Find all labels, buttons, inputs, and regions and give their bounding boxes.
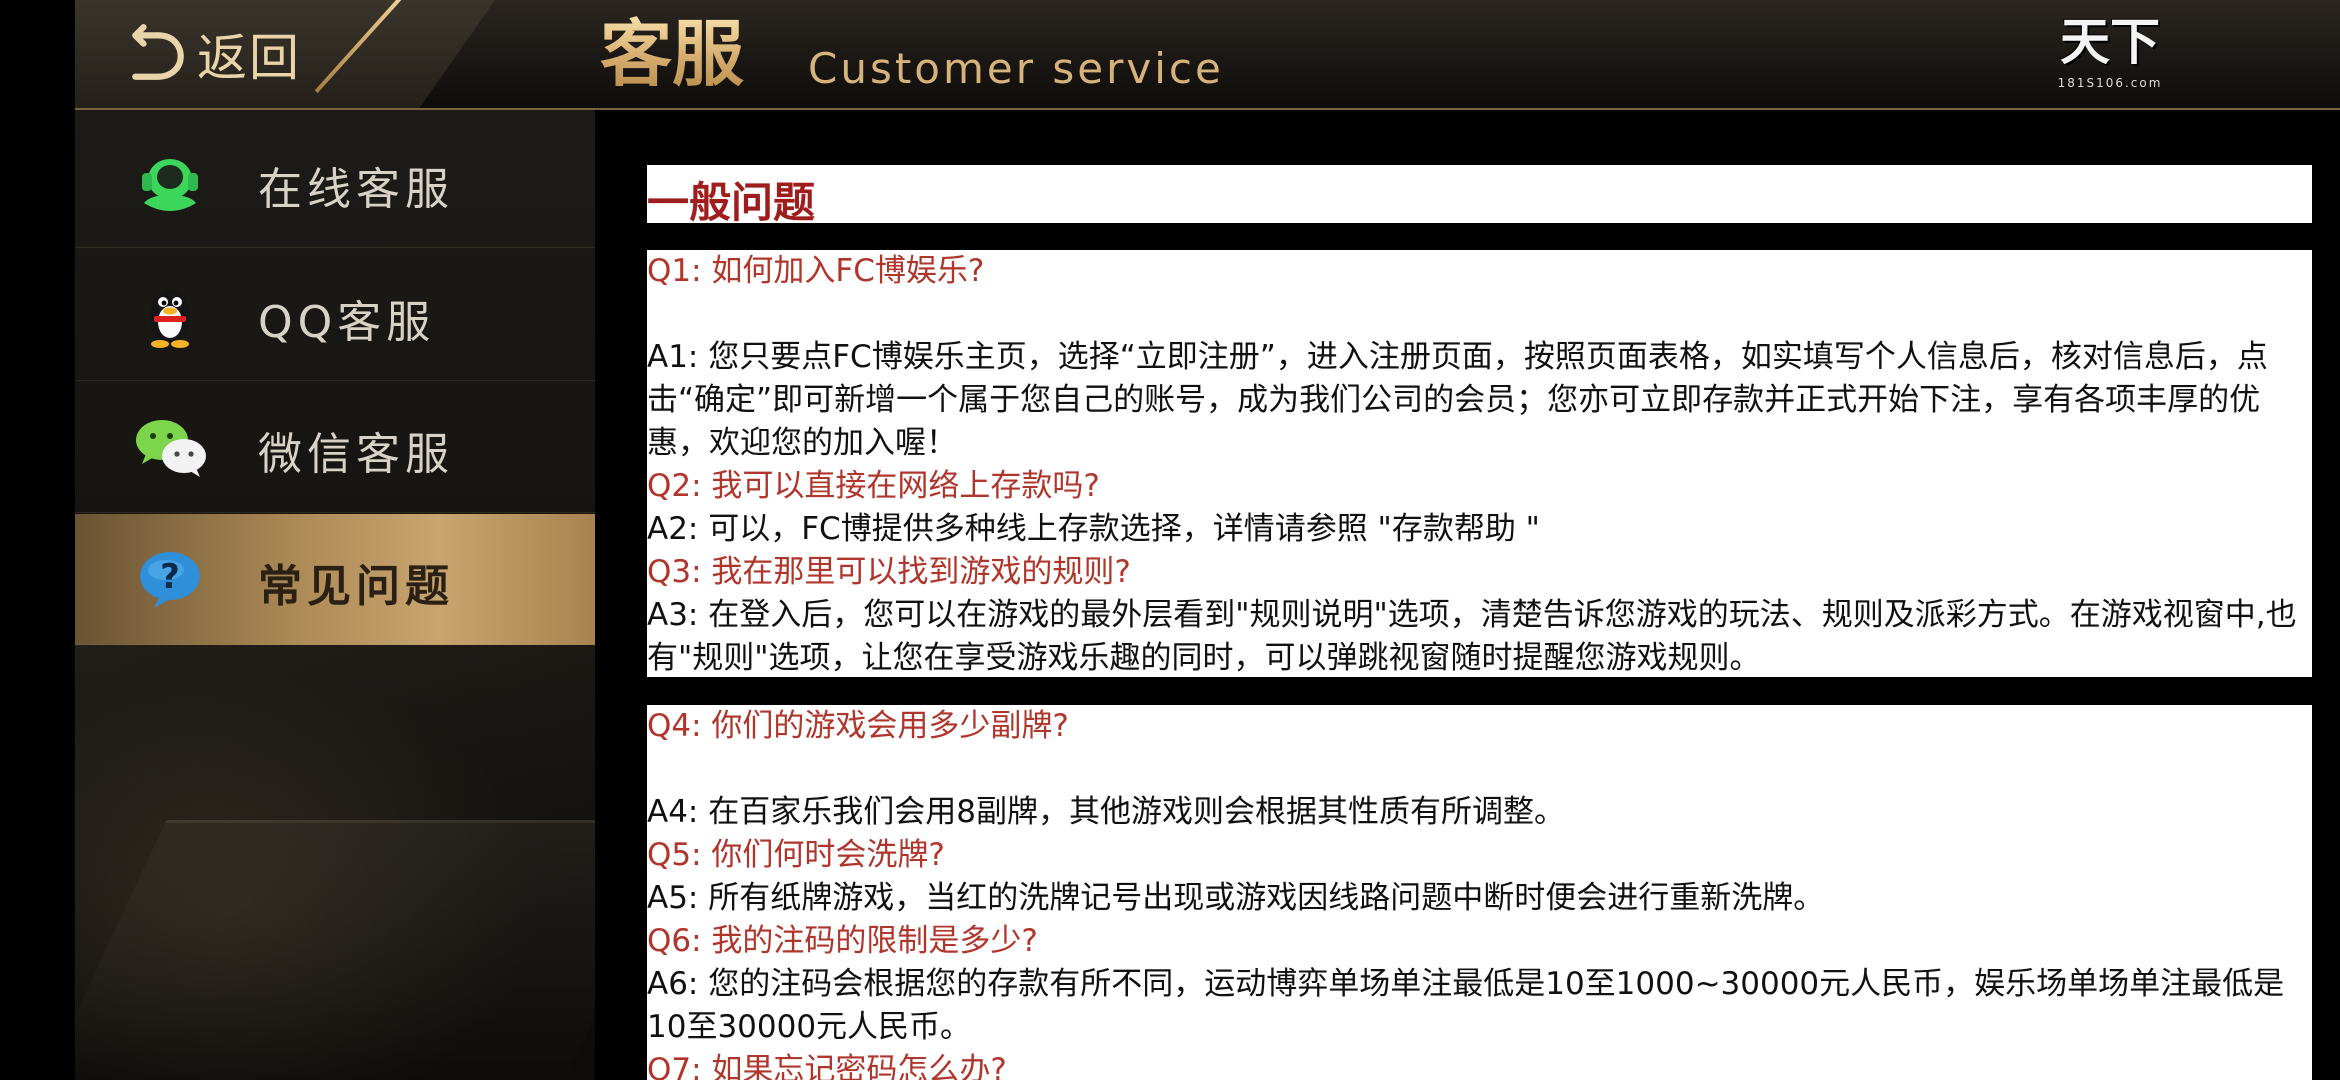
sidebar-item-qq-service[interactable]: QQ客服 [75,250,595,381]
page-subtitle: Customer service [808,44,1224,93]
logo-text: 天下 [2060,12,2160,71]
faq-answer: A5: 所有纸牌游戏，当红的洗牌记号出现或游戏因线路问题中断时便会进行重新洗牌。 [647,880,1825,916]
sidebar: 在线客服 QQ客服 微信客服 ? 常见问题 [75,110,595,1080]
sidebar-item-label: 常见问题 [258,561,454,612]
top-header: 返回 客服 Customer service 天下 181S106.com [75,0,2340,110]
sidebar-item-faq[interactable]: ? 常见问题 [75,514,595,645]
faq-question: Q6: 我的注码的限制是多少? [647,923,1038,959]
faq-answer: A3: 在登入后，您可以在游戏的最外层看到"规则说明"选项，清楚告诉您游戏的玩法… [647,597,2297,676]
sidebar-item-online-service[interactable]: 在线客服 [75,117,595,248]
faq-content[interactable]: 一般问题 Q1: 如何加入FC博娱乐? A1: 您只要点FC博娱乐主页，选择“立… [645,110,2315,1080]
faq-card-2: Q4: 你们的游戏会用多少副牌? A4: 在百家乐我们会用8副牌，其他游戏则会根… [647,705,2312,1080]
card-table-decoration [75,820,595,1080]
faq-answer: A4: 在百家乐我们会用8副牌，其他游戏则会根据其性质有所调整。 [647,794,1565,830]
logo-url: 181S106.com [2057,76,2163,90]
faq-answer: A1: 您只要点FC博娱乐主页，选择“立即注册”，进入注册页面，按照页面表格，如… [647,339,2268,461]
faq-question: Q2: 我可以直接在网络上存款吗? [647,468,1100,504]
faq-question: Q1: 如何加入FC博娱乐? [647,253,985,289]
faq-question: Q7: 如果忘记密码怎么办? [647,1052,1007,1080]
back-arrow-icon [132,24,184,80]
brand-logo: 天下 181S106.com [2010,10,2210,98]
sidebar-item-label: 微信客服 [258,429,454,480]
headset-icon [142,159,198,211]
question-bubble-icon: ? [140,552,200,608]
sidebar-item-wechat-service[interactable]: 微信客服 [75,382,595,513]
sidebar-item-label: QQ客服 [258,297,436,348]
faq-answer: A6: 您的注码会根据您的存款有所不同，运动博弈单场单注最低是10至1000~3… [647,966,2285,1045]
faq-question: Q5: 你们何时会洗牌? [647,837,945,873]
qq-penguin-icon [150,290,190,348]
wechat-icon [136,420,206,477]
section-title: 一般问题 [647,178,816,227]
back-button[interactable]: 返回 [127,14,301,94]
faq-question: Q3: 我在那里可以找到游戏的规则? [647,554,1131,590]
back-label: 返回 [197,29,301,87]
faq-card-1: Q1: 如何加入FC博娱乐? A1: 您只要点FC博娱乐主页，选择“立即注册”，… [647,250,2312,677]
faq-question: Q4: 你们的游戏会用多少副牌? [647,708,1069,744]
section-header: 一般问题 [647,165,2312,227]
sidebar-item-label: 在线客服 [258,164,454,215]
sidebar-decoration [75,630,595,1080]
svg-text:?: ? [160,557,180,597]
faq-answer: A2: 可以，FC博提供多种线上存款选择，详情请参照 "存款帮助 " [647,511,1540,547]
page-title: 客服 [600,12,745,96]
